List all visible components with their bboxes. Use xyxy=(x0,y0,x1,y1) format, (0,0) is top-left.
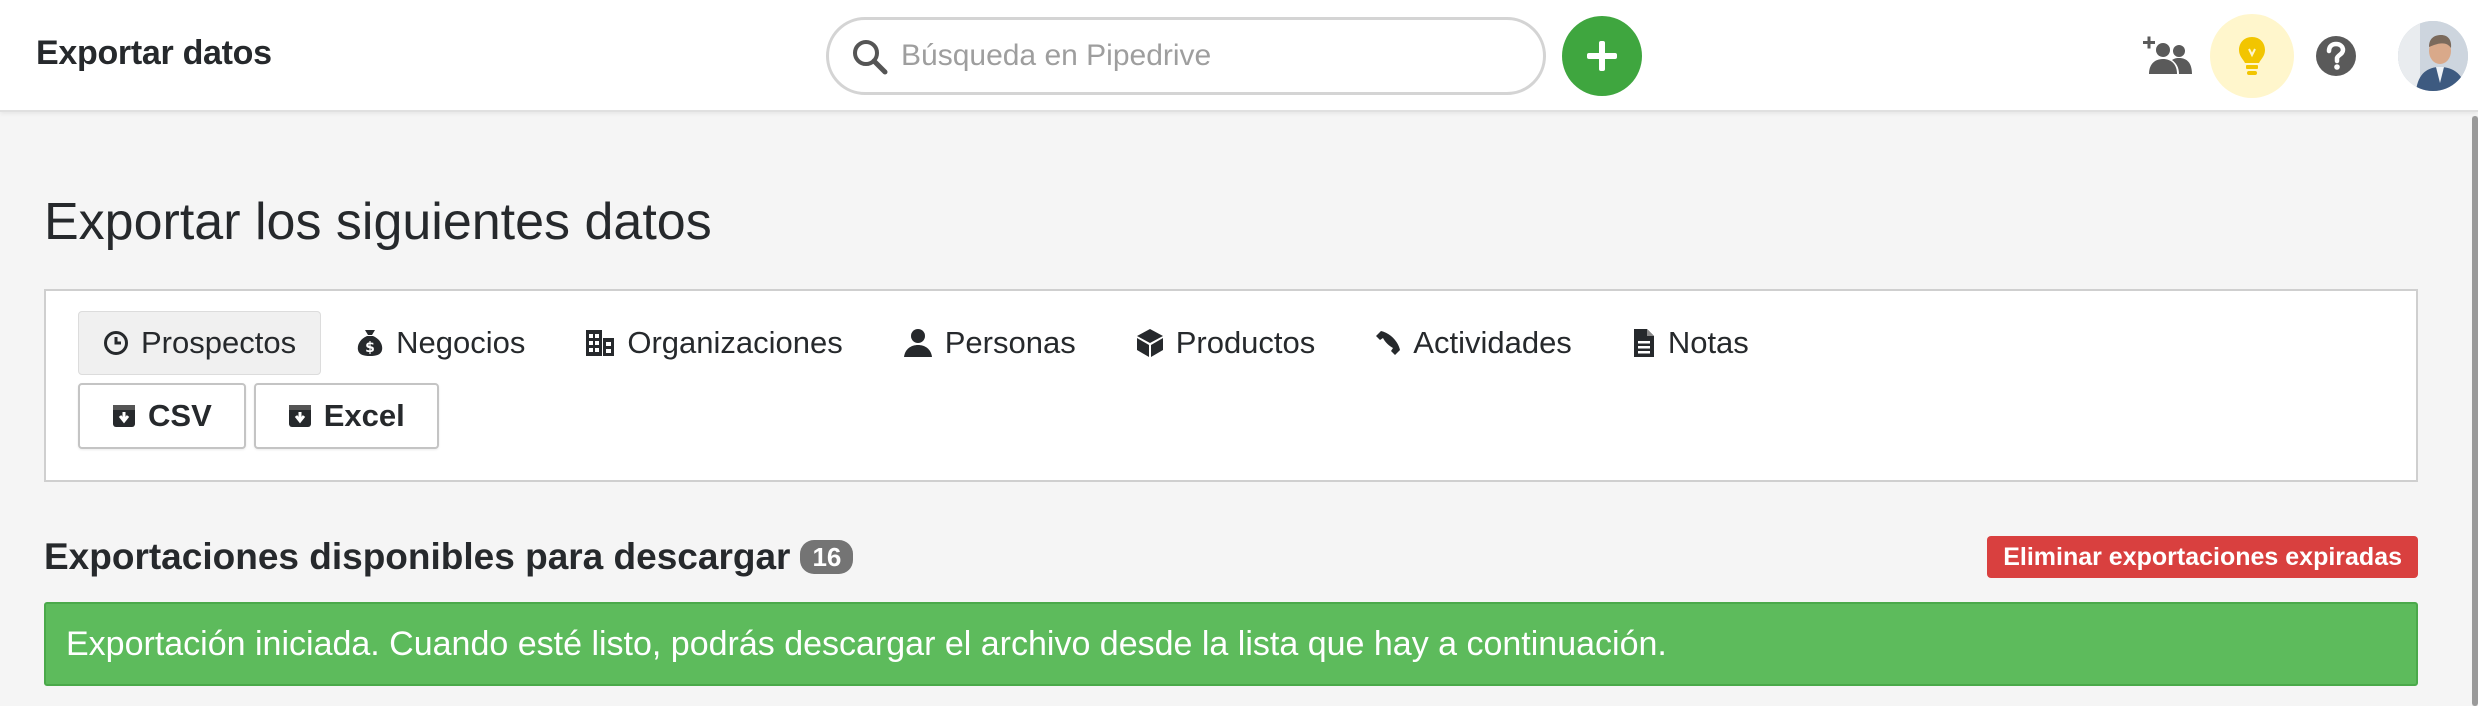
export-panel: Prospectos $ Negocios Organizaciones Per… xyxy=(44,289,2418,482)
building-icon xyxy=(585,329,615,357)
delete-expired-exports-button[interactable]: Eliminar exportaciones expiradas xyxy=(1987,536,2418,578)
format-label: CSV xyxy=(148,398,212,433)
tab-label: Organizaciones xyxy=(627,325,843,360)
tab-label: Productos xyxy=(1175,325,1316,360)
page-title: Exportar datos xyxy=(36,34,272,72)
search-icon xyxy=(851,38,889,76)
clock-icon xyxy=(103,330,129,356)
format-buttons: CSV Excel xyxy=(78,383,447,449)
tab-personas[interactable]: Personas xyxy=(878,311,1101,375)
exports-count-badge: 16 xyxy=(800,540,854,574)
tab-actividades[interactable]: Actividades xyxy=(1350,311,1597,375)
money-bag-icon: $ xyxy=(356,328,384,358)
tab-label: Personas xyxy=(944,325,1076,360)
help-button[interactable] xyxy=(2294,14,2378,98)
plus-icon xyxy=(1587,41,1617,71)
help-icon xyxy=(2316,36,2356,76)
lightbulb-icon xyxy=(2239,37,2265,75)
box-icon xyxy=(1136,328,1164,358)
tab-label: Negocios xyxy=(396,325,526,360)
person-icon xyxy=(903,328,933,358)
phone-icon xyxy=(1375,330,1401,356)
tab-label: Actividades xyxy=(1413,325,1572,360)
download-icon xyxy=(288,404,312,428)
add-button[interactable] xyxy=(1562,16,1642,96)
tab-label: Notas xyxy=(1667,325,1749,360)
download-icon xyxy=(112,404,136,428)
invite-users-icon xyxy=(2143,36,2192,74)
tab-prospectos[interactable]: Prospectos xyxy=(78,311,322,375)
export-section-title: Exportar los siguientes datos xyxy=(44,193,712,251)
invite-users-button[interactable] xyxy=(2126,14,2210,98)
tab-label: Prospectos xyxy=(141,325,297,360)
export-excel-button[interactable]: Excel xyxy=(253,383,439,449)
available-exports-heading: Exportaciones disponibles para descargar… xyxy=(44,536,854,578)
user-avatar[interactable] xyxy=(2398,21,2468,91)
ideas-button[interactable] xyxy=(2210,14,2294,98)
tab-notas[interactable]: Notas xyxy=(1607,311,1774,375)
top-bar: Exportar datos xyxy=(0,0,2478,112)
page-scrollbar[interactable] xyxy=(2472,116,2478,706)
tab-negocios[interactable]: $ Negocios xyxy=(331,311,550,375)
scrollbar-thumb[interactable] xyxy=(2472,116,2478,706)
format-label: Excel xyxy=(323,398,405,433)
entity-tabs: Prospectos $ Negocios Organizaciones Per… xyxy=(78,311,1784,375)
search-input[interactable] xyxy=(901,32,1521,80)
svg-text:$: $ xyxy=(365,340,375,356)
available-exports-title: Exportaciones disponibles para descargar xyxy=(44,536,791,577)
alert-message: Exportación iniciada. Cuando esté listo,… xyxy=(66,624,1667,663)
search-box[interactable] xyxy=(826,17,1546,95)
export-csv-button[interactable]: CSV xyxy=(78,383,246,449)
export-started-alert: Exportación iniciada. Cuando esté listo,… xyxy=(44,602,2418,686)
tab-organizaciones[interactable]: Organizaciones xyxy=(560,311,867,375)
tab-productos[interactable]: Productos xyxy=(1111,311,1341,375)
document-icon xyxy=(1632,328,1656,358)
